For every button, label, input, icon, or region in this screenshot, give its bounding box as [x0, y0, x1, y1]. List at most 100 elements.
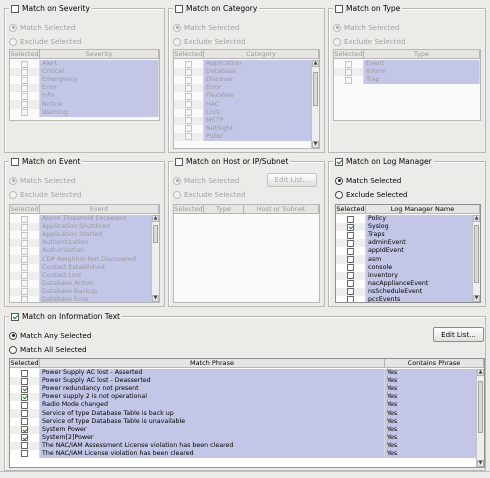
- event-enable-checkbox[interactable]: [11, 157, 19, 166]
- selected-cell[interactable]: [10, 369, 40, 378]
- selected-cell[interactable]: [10, 295, 40, 302]
- logmgr-title[interactable]: Match on Log Manager: [333, 157, 434, 166]
- category-match-selected-radio[interactable]: Match Selected: [173, 23, 239, 32]
- selected-cell[interactable]: [10, 393, 40, 402]
- selected-cell[interactable]: [10, 287, 40, 296]
- host-edit-list-button[interactable]: Edit List...: [267, 173, 317, 187]
- scroll-up-icon[interactable]: ▲: [473, 215, 480, 222]
- list-item[interactable]: Warning: [10, 108, 159, 117]
- list-item[interactable]: MSTP: [174, 116, 313, 125]
- selected-cell[interactable]: [10, 68, 40, 77]
- selected-cell[interactable]: [174, 100, 204, 109]
- list-item[interactable]: appIdEvent: [336, 247, 474, 256]
- list-item[interactable]: nsScheduleEvent: [336, 287, 474, 296]
- row-checkbox[interactable]: [21, 68, 28, 76]
- logmgr-table[interactable]: Selected Log Manager Name Policy Syslog Tra…: [335, 204, 481, 303]
- selected-cell[interactable]: [336, 223, 366, 232]
- selected-cell[interactable]: [174, 116, 204, 125]
- type-match-selected-radio[interactable]: Match Selected: [333, 23, 399, 32]
- logmgr-scrollbar[interactable]: ▲ ▼: [472, 215, 480, 302]
- selected-cell[interactable]: [10, 92, 40, 101]
- row-checkbox[interactable]: [185, 68, 192, 76]
- type-enable-checkbox[interactable]: [335, 4, 343, 13]
- selected-cell[interactable]: [10, 401, 40, 410]
- list-item[interactable]: Database: [174, 68, 313, 77]
- table-row[interactable]: Radio Mode changed Yes: [10, 401, 478, 410]
- selected-cell[interactable]: [10, 449, 40, 459]
- row-checkbox[interactable]: [21, 231, 28, 239]
- row-checkbox[interactable]: [21, 410, 28, 418]
- row-checkbox[interactable]: [347, 247, 354, 255]
- row-checkbox[interactable]: [21, 296, 28, 302]
- selected-cell[interactable]: [174, 60, 204, 69]
- list-item[interactable]: Alert: [10, 60, 159, 69]
- selected-cell[interactable]: [336, 239, 366, 248]
- info-match-all-radio[interactable]: Match All Selected: [9, 345, 87, 354]
- severity-title[interactable]: Match on Severity: [9, 4, 92, 13]
- selected-cell[interactable]: [334, 68, 364, 77]
- row-checkbox[interactable]: [345, 76, 352, 84]
- row-checkbox[interactable]: [347, 231, 354, 239]
- host-enable-checkbox[interactable]: [175, 157, 183, 166]
- selected-cell[interactable]: [10, 433, 40, 442]
- list-item[interactable]: Syslog: [336, 223, 474, 232]
- table-row[interactable]: System[2]Power Yes: [10, 433, 478, 442]
- row-checkbox[interactable]: [185, 76, 192, 84]
- list-item[interactable]: Error: [174, 84, 313, 93]
- list-item[interactable]: Application: [174, 60, 313, 69]
- category-enable-checkbox[interactable]: [175, 4, 183, 13]
- list-item[interactable]: Event: [334, 60, 480, 69]
- selected-cell[interactable]: [10, 263, 40, 272]
- info-table[interactable]: Selected Match Phrase Contains Phrase Powe…: [9, 358, 485, 468]
- scroll-down-icon[interactable]: ▼: [152, 295, 159, 302]
- selected-cell[interactable]: [10, 60, 40, 69]
- row-checkbox[interactable]: [21, 369, 28, 377]
- row-checkbox[interactable]: [347, 256, 354, 264]
- selected-cell[interactable]: [10, 255, 40, 264]
- scroll-up-icon[interactable]: ▲: [477, 369, 484, 376]
- selected-cell[interactable]: [10, 108, 40, 117]
- row-checkbox[interactable]: [347, 264, 354, 272]
- row-checkbox[interactable]: [21, 109, 28, 117]
- category-table[interactable]: Selected Category Application Database Disc…: [173, 49, 320, 149]
- selected-cell[interactable]: [336, 271, 366, 280]
- list-item[interactable]: nacApplianceEvent: [336, 279, 474, 288]
- list-item[interactable]: Database Error: [10, 295, 153, 302]
- category-title[interactable]: Match on Category: [173, 4, 260, 13]
- category-scrollbar[interactable]: ▲ ▼: [311, 60, 319, 148]
- list-item[interactable]: Contact Lost: [10, 271, 153, 280]
- list-item[interactable]: Alarm Threshold Exceeded: [10, 215, 153, 224]
- scroll-thumb[interactable]: [474, 225, 479, 283]
- selected-cell[interactable]: [336, 247, 366, 256]
- info-enable-checkbox[interactable]: [11, 312, 19, 321]
- selected-cell[interactable]: [336, 279, 366, 288]
- info-title[interactable]: Match on Information Text: [9, 312, 122, 321]
- type-table[interactable]: Selected Type Event Inform Trap: [333, 49, 481, 121]
- list-item[interactable]: FlexView: [174, 92, 313, 101]
- host-match-selected-radio[interactable]: Match Selected: [173, 176, 239, 185]
- row-checkbox[interactable]: [21, 426, 28, 434]
- table-row[interactable]: System Power Yes: [10, 425, 478, 434]
- row-checkbox[interactable]: [21, 247, 28, 255]
- row-checkbox[interactable]: [21, 377, 28, 385]
- row-checkbox[interactable]: [347, 296, 354, 302]
- row-checkbox[interactable]: [21, 288, 28, 296]
- selected-cell[interactable]: [174, 84, 204, 93]
- table-row[interactable]: Power redundancy not present Yes: [10, 385, 478, 394]
- list-item[interactable]: asm: [336, 255, 474, 264]
- selected-cell[interactable]: [174, 132, 204, 141]
- scroll-thumb[interactable]: [313, 72, 318, 106]
- selected-cell[interactable]: [10, 239, 40, 248]
- severity-match-selected-radio[interactable]: Match Selected: [9, 23, 75, 32]
- row-checkbox[interactable]: [347, 288, 354, 296]
- selected-cell[interactable]: [10, 215, 40, 224]
- selected-cell[interactable]: [174, 108, 204, 117]
- selected-cell[interactable]: [336, 263, 366, 272]
- list-item[interactable]: Policy: [336, 215, 474, 224]
- table-row[interactable]: The NAC/IAM License violation has been c…: [10, 449, 478, 459]
- row-checkbox[interactable]: [21, 239, 28, 247]
- scroll-up-icon[interactable]: ▲: [152, 215, 159, 222]
- event-scrollbar[interactable]: ▲ ▼: [151, 215, 159, 302]
- selected-cell[interactable]: [10, 271, 40, 280]
- info-scrollbar[interactable]: ▲ ▼: [476, 369, 484, 467]
